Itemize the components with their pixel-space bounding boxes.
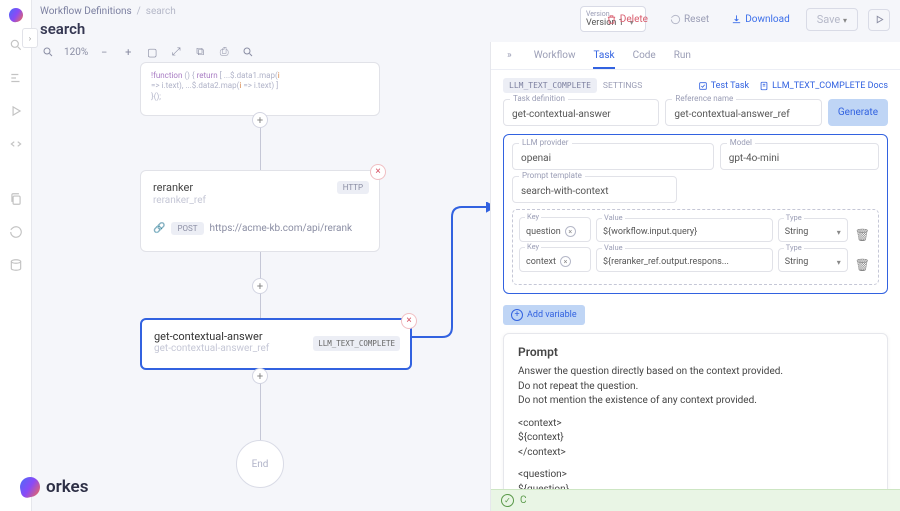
- flow-icon[interactable]: [9, 71, 23, 88]
- add-node-button[interactable]: +: [252, 278, 268, 294]
- panel-tabs: » Workflow Task Code Run: [491, 42, 900, 70]
- play-icon[interactable]: [9, 104, 23, 121]
- status-icon: ✓: [501, 494, 514, 507]
- run-button[interactable]: [868, 9, 890, 31]
- code-icon[interactable]: [9, 137, 23, 154]
- print-icon[interactable]: ⎙: [216, 44, 232, 60]
- tab-workflow[interactable]: Workflow: [534, 50, 576, 69]
- var-key-field[interactable]: Keyquestion×: [519, 217, 591, 242]
- canvas-toolbar: 120% − + ▢ ⤢ ⧉ ⎙: [40, 44, 256, 60]
- clear-icon[interactable]: ×: [565, 226, 576, 237]
- prompt-template-field[interactable]: Prompt template search-with-context: [512, 176, 677, 203]
- logo-icon: [9, 8, 23, 22]
- variable-row: Keyquestion× Value${workflow.input.query…: [519, 217, 872, 242]
- status-letter: C: [520, 495, 527, 506]
- add-variable-button[interactable]: + Add variable: [503, 305, 585, 325]
- link-icon: 🔗: [153, 223, 165, 234]
- page-title: search: [40, 20, 85, 38]
- search-icon[interactable]: [9, 38, 23, 55]
- refresh-icon[interactable]: [9, 225, 23, 242]
- variable-row: Keycontext× Value${reranker_ref.output.r…: [519, 247, 872, 272]
- add-node-button[interactable]: +: [252, 368, 268, 384]
- trash-icon[interactable]: 🗑: [853, 258, 872, 272]
- trash-icon[interactable]: 🗑: [853, 228, 872, 242]
- expand-icon[interactable]: ⤢: [168, 44, 184, 60]
- logo-mark-icon: [18, 475, 42, 499]
- variables-box: Keyquestion× Value${workflow.input.query…: [512, 209, 879, 285]
- copy-icon[interactable]: ⧉: [192, 44, 208, 60]
- http-chip: HTTP: [337, 181, 369, 194]
- collapse-panel-icon[interactable]: »: [507, 50, 512, 69]
- var-type-select[interactable]: TypeString▾: [778, 218, 848, 242]
- copy-icon[interactable]: [9, 192, 23, 209]
- workflow-canvas[interactable]: !function () { return [ ...$.data1.map(i…: [40, 62, 480, 502]
- zoom-level: 120%: [64, 47, 88, 58]
- clear-icon[interactable]: ×: [560, 256, 571, 267]
- delete-button[interactable]: Delete: [600, 10, 654, 29]
- db-icon[interactable]: [9, 258, 23, 275]
- status-bar: ✓ C: [491, 489, 900, 511]
- task-definition-field[interactable]: Task definition get-contextual-answer: [503, 99, 659, 126]
- task-type-chip: LLM_TEXT_COMPLETE: [503, 78, 597, 93]
- add-node-button[interactable]: +: [252, 112, 268, 128]
- test-task-button[interactable]: Test Task: [698, 81, 749, 91]
- generate-button[interactable]: Generate: [828, 99, 888, 126]
- var-type-select[interactable]: TypeString▾: [778, 248, 848, 272]
- model-field[interactable]: Model gpt-4o-mini: [720, 143, 879, 170]
- selection-arrow: [412, 202, 502, 342]
- settings-link[interactable]: SETTINGS: [603, 81, 642, 91]
- collapse-sidebar-button[interactable]: ›: [22, 28, 38, 48]
- zoom-out-button[interactable]: −: [96, 44, 112, 60]
- close-icon[interactable]: ×: [370, 164, 386, 180]
- zoom-fit-icon[interactable]: [40, 44, 56, 60]
- prompt-preview: Prompt Answer the question directly base…: [503, 333, 888, 511]
- layout-icon[interactable]: ▢: [144, 44, 160, 60]
- left-rail: [0, 0, 32, 511]
- save-button[interactable]: Save ▾: [806, 8, 858, 31]
- http-url: https://acme-kb.com/api/rerank: [210, 223, 353, 234]
- zoom-in-button[interactable]: +: [120, 44, 136, 60]
- var-value-field[interactable]: Value${reranker_ref.output.respons...: [596, 248, 773, 272]
- var-value-field[interactable]: Value${workflow.input.query}: [596, 218, 773, 242]
- llm-config-box: LLM provider openai Model gpt-4o-mini Pr…: [503, 134, 888, 294]
- node-reranker[interactable]: × reranker reranker_ref HTTP 🔗 POST http…: [140, 170, 380, 252]
- top-actions: Delete Reset Download Save ▾: [600, 8, 890, 31]
- tab-run[interactable]: Run: [674, 50, 691, 69]
- search-canvas-icon[interactable]: [240, 44, 256, 60]
- var-key-field[interactable]: Keycontext×: [519, 247, 591, 272]
- task-panel: » Workflow Task Code Run LLM_TEXT_COMPLE…: [490, 42, 900, 511]
- llm-chip: LLM_TEXT_COMPLETE: [313, 336, 400, 351]
- llm-provider-field[interactable]: LLM provider openai: [512, 143, 714, 170]
- tab-code[interactable]: Code: [633, 50, 656, 69]
- reference-name-field[interactable]: Reference name get-contextual-answer_ref: [665, 99, 821, 126]
- reset-button[interactable]: Reset: [664, 10, 715, 29]
- docs-link[interactable]: LLM_TEXT_COMPLETE Docs: [759, 81, 888, 91]
- download-button[interactable]: Download: [725, 10, 796, 29]
- http-method: POST: [171, 222, 203, 235]
- tab-task[interactable]: Task: [593, 50, 614, 69]
- node-get-contextual-answer[interactable]: × get-contextual-answer get-contextual-a…: [140, 318, 412, 370]
- node-function[interactable]: !function () { return [ ...$.data1.map(i…: [140, 62, 380, 116]
- breadcrumb-current: search: [146, 6, 176, 17]
- breadcrumb: Workflow Definitions / search: [40, 6, 176, 17]
- node-end[interactable]: End: [236, 440, 284, 488]
- logo: orkes: [20, 477, 88, 497]
- breadcrumb-root[interactable]: Workflow Definitions: [40, 6, 132, 17]
